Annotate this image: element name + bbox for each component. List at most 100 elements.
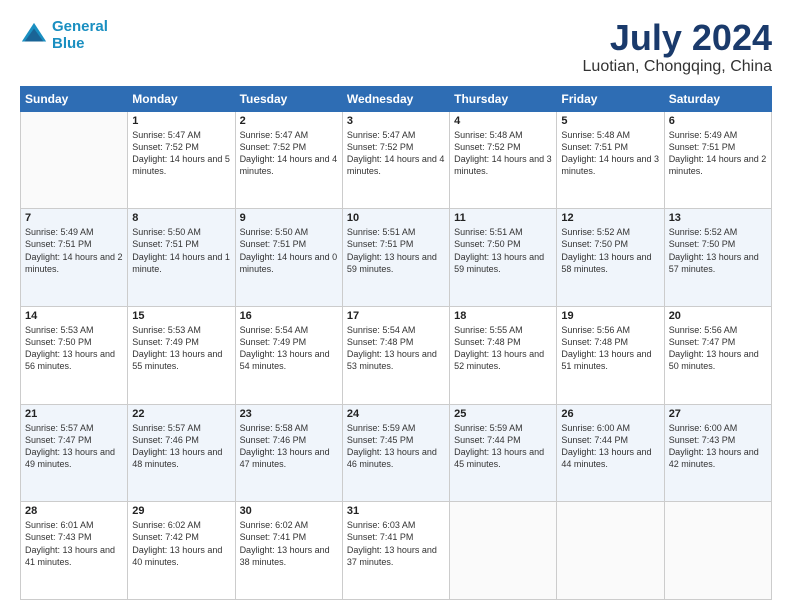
calendar-cell: 12 Sunrise: 5:52 AMSunset: 7:50 PMDayligh… [557,209,664,307]
calendar-cell [557,502,664,600]
calendar-cell: 9 Sunrise: 5:50 AMSunset: 7:51 PMDaylight… [235,209,342,307]
day-number: 5 [561,115,659,127]
calendar-cell: 13 Sunrise: 5:52 AMSunset: 7:50 PMDayligh… [664,209,771,307]
day-number: 20 [669,310,767,322]
calendar-cell: 20 Sunrise: 5:56 AMSunset: 7:47 PMDayligh… [664,306,771,404]
calendar-cell: 31 Sunrise: 6:03 AMSunset: 7:41 PMDayligh… [342,502,449,600]
calendar-cell: 5Sunrise: 5:48 AMSunset: 7:51 PMDaylight… [557,111,664,209]
day-number: 9 [240,212,338,224]
calendar-cell: 23Sunrise: 5:58 AMSunset: 7:46 PMDayligh… [235,404,342,502]
day-number: 17 [347,310,445,322]
calendar-cell: 11Sunrise: 5:51 AMSunset: 7:50 PMDayligh… [450,209,557,307]
cell-info: Sunrise: 5:49 AMSunset: 7:51 PMDaylight:… [25,226,123,275]
calendar-cell: 22Sunrise: 5:57 AMSunset: 7:46 PMDayligh… [128,404,235,502]
calendar-cell: 4 Sunrise: 5:48 AMSunset: 7:52 PMDaylight… [450,111,557,209]
calendar-cell: 3 Sunrise: 5:47 AMSunset: 7:52 PMDaylight… [342,111,449,209]
calendar-week-row: 7 Sunrise: 5:49 AMSunset: 7:51 PMDaylight… [21,209,772,307]
calendar-header-row: SundayMondayTuesdayWednesdayThursdayFrid… [21,86,772,111]
calendar-cell: 21Sunrise: 5:57 AMSunset: 7:47 PMDayligh… [21,404,128,502]
day-number: 16 [240,310,338,322]
cell-info: Sunrise: 5:50 AMSunset: 7:51 PMDaylight:… [132,226,230,275]
logo-line2: Blue [52,35,85,52]
weekday-header-friday: Friday [557,86,664,111]
weekday-header-monday: Monday [128,86,235,111]
title-block: July 2024 Luotian, Chongqing, China [583,18,772,76]
cell-info: Sunrise: 5:54 AMSunset: 7:49 PMDaylight:… [240,324,338,373]
day-number: 31 [347,505,445,517]
cell-info: Sunrise: 5:51 AMSunset: 7:51 PMDaylight:… [347,226,445,275]
cell-info: Sunrise: 5:53 AMSunset: 7:50 PMDaylight:… [25,324,123,373]
cell-info: Sunrise: 5:47 AMSunset: 7:52 PMDaylight:… [347,129,445,178]
calendar-table: SundayMondayTuesdayWednesdayThursdayFrid… [20,86,772,600]
calendar-cell: 19 Sunrise: 5:56 AMSunset: 7:48 PMDayligh… [557,306,664,404]
calendar-cell: 18Sunrise: 5:55 AMSunset: 7:48 PMDayligh… [450,306,557,404]
calendar-week-row: 14 Sunrise: 5:53 AMSunset: 7:50 PMDayligh… [21,306,772,404]
weekday-header-tuesday: Tuesday [235,86,342,111]
cell-info: Sunrise: 5:52 AMSunset: 7:50 PMDaylight:… [669,226,767,275]
calendar-cell: 16 Sunrise: 5:54 AMSunset: 7:49 PMDayligh… [235,306,342,404]
cell-info: Sunrise: 5:50 AMSunset: 7:51 PMDaylight:… [240,226,338,275]
cell-info: Sunrise: 5:47 AMSunset: 7:52 PMDaylight:… [132,129,230,178]
day-number: 25 [454,408,552,420]
day-number: 7 [25,212,123,224]
day-number: 26 [561,408,659,420]
cell-info: Sunrise: 5:52 AMSunset: 7:50 PMDaylight:… [561,226,659,275]
day-number: 22 [132,408,230,420]
cell-info: Sunrise: 5:56 AMSunset: 7:48 PMDaylight:… [561,324,659,373]
calendar-cell: 8 Sunrise: 5:50 AMSunset: 7:51 PMDaylight… [128,209,235,307]
calendar-cell: 10 Sunrise: 5:51 AMSunset: 7:51 PMDayligh… [342,209,449,307]
weekday-header-wednesday: Wednesday [342,86,449,111]
day-number: 29 [132,505,230,517]
day-number: 27 [669,408,767,420]
cell-info: Sunrise: 5:48 AMSunset: 7:52 PMDaylight:… [454,129,552,178]
calendar-cell: 6 Sunrise: 5:49 AMSunset: 7:51 PMDaylight… [664,111,771,209]
day-number: 6 [669,115,767,127]
calendar-cell: 29 Sunrise: 6:02 AMSunset: 7:42 PMDayligh… [128,502,235,600]
cell-info: Sunrise: 5:59 AMSunset: 7:45 PMDaylight:… [347,422,445,471]
weekday-header-thursday: Thursday [450,86,557,111]
logo-line1: General [52,18,108,35]
day-number: 30 [240,505,338,517]
calendar-cell: 1 Sunrise: 5:47 AMSunset: 7:52 PMDaylight… [128,111,235,209]
cell-info: Sunrise: 5:49 AMSunset: 7:51 PMDaylight:… [669,129,767,178]
day-number: 3 [347,115,445,127]
day-number: 1 [132,115,230,127]
day-number: 24 [347,408,445,420]
day-number: 19 [561,310,659,322]
day-number: 12 [561,212,659,224]
cell-info: Sunrise: 6:03 AMSunset: 7:41 PMDaylight:… [347,519,445,568]
cell-info: Sunrise: 6:02 AMSunset: 7:42 PMDaylight:… [132,519,230,568]
day-number: 28 [25,505,123,517]
day-number: 10 [347,212,445,224]
day-number: 4 [454,115,552,127]
calendar-cell: 26 Sunrise: 6:00 AMSunset: 7:44 PMDayligh… [557,404,664,502]
page: General Blue July 2024 Luotian, Chongqin… [0,0,792,612]
day-number: 15 [132,310,230,322]
cell-info: Sunrise: 6:00 AMSunset: 7:44 PMDaylight:… [561,422,659,471]
cell-info: Sunrise: 5:55 AMSunset: 7:48 PMDaylight:… [454,324,552,373]
calendar-cell: 7 Sunrise: 5:49 AMSunset: 7:51 PMDaylight… [21,209,128,307]
weekday-header-sunday: Sunday [21,86,128,111]
cell-info: Sunrise: 5:53 AMSunset: 7:49 PMDaylight:… [132,324,230,373]
cell-info: Sunrise: 5:59 AMSunset: 7:44 PMDaylight:… [454,422,552,471]
cell-info: Sunrise: 5:58 AMSunset: 7:46 PMDaylight:… [240,422,338,471]
cell-info: Sunrise: 5:56 AMSunset: 7:47 PMDaylight:… [669,324,767,373]
calendar-cell: 2Sunrise: 5:47 AMSunset: 7:52 PMDaylight… [235,111,342,209]
weekday-header-saturday: Saturday [664,86,771,111]
calendar-cell: 28Sunrise: 6:01 AMSunset: 7:43 PMDayligh… [21,502,128,600]
day-number: 2 [240,115,338,127]
day-number: 14 [25,310,123,322]
header: General Blue July 2024 Luotian, Chongqin… [20,18,772,76]
subtitle: Luotian, Chongqing, China [583,58,772,76]
calendar-cell [21,111,128,209]
calendar-cell: 27Sunrise: 6:00 AMSunset: 7:43 PMDayligh… [664,404,771,502]
calendar-cell: 30Sunrise: 6:02 AMSunset: 7:41 PMDayligh… [235,502,342,600]
cell-info: Sunrise: 5:51 AMSunset: 7:50 PMDaylight:… [454,226,552,275]
calendar-cell: 15 Sunrise: 5:53 AMSunset: 7:49 PMDayligh… [128,306,235,404]
calendar-week-row: 1 Sunrise: 5:47 AMSunset: 7:52 PMDaylight… [21,111,772,209]
day-number: 8 [132,212,230,224]
day-number: 13 [669,212,767,224]
logo-text: General Blue [52,18,108,53]
calendar-week-row: 21Sunrise: 5:57 AMSunset: 7:47 PMDayligh… [21,404,772,502]
logo-icon [20,21,48,49]
